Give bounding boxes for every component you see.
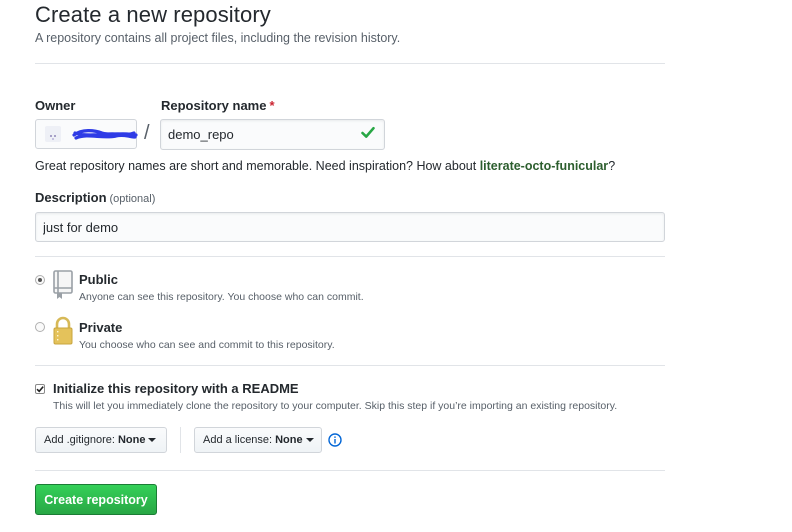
vertical-divider — [180, 427, 181, 453]
public-option-title: Public — [79, 272, 119, 287]
info-icon[interactable] — [328, 433, 342, 447]
divider — [35, 365, 665, 366]
gitignore-label: Add .gitignore: — [44, 434, 115, 446]
public-radio[interactable] — [35, 275, 45, 285]
check-icon — [361, 126, 375, 138]
description-input[interactable] — [35, 212, 665, 242]
license-label: Add a license: — [203, 434, 273, 446]
private-option-desc: You choose who can see and commit to thi… — [79, 339, 335, 351]
checkmark-icon — [36, 386, 44, 393]
required-mark: * — [269, 98, 275, 113]
name-hint: Great repository names are short and mem… — [35, 159, 615, 173]
readme-checkbox[interactable] — [35, 384, 45, 394]
divider — [35, 470, 665, 471]
repo-name-label-text: Repository name — [161, 98, 267, 113]
avatar-icon — [50, 135, 56, 140]
description-label-text: Description — [35, 190, 107, 205]
page-title: Create a new repository — [35, 2, 271, 27]
owner-label: Owner — [35, 98, 76, 113]
name-suggestion-link[interactable]: literate-octo-funicular — [480, 159, 609, 173]
public-option-desc: Anyone can see this repository. You choo… — [79, 291, 364, 303]
divider — [35, 63, 665, 64]
owner-repo-separator: / — [144, 122, 150, 144]
repo-name-input[interactable] — [160, 119, 385, 150]
page-subtitle: A repository contains all project files,… — [35, 31, 401, 45]
private-option-title: Private — [79, 320, 123, 335]
name-hint-text: Great repository names are short and mem… — [35, 159, 477, 173]
owner-avatar — [45, 126, 61, 142]
repo-book-icon — [53, 270, 73, 299]
license-value: None — [275, 434, 303, 446]
lock-icon — [53, 316, 73, 345]
private-radio[interactable] — [35, 322, 45, 332]
chevron-down-icon — [305, 438, 314, 442]
chevron-down-icon — [148, 438, 157, 442]
readme-option-desc: This will let you immediately clone the … — [53, 400, 618, 412]
repo-name-label: Repository name * — [161, 98, 275, 113]
divider — [35, 256, 665, 257]
create-repository-button[interactable]: Create repository — [35, 484, 157, 515]
gitignore-value: None — [117, 434, 146, 446]
optional-tag: (optional) — [109, 193, 156, 205]
license-dropdown[interactable]: Add a license: None — [194, 427, 322, 453]
gitignore-dropdown[interactable]: Add .gitignore: None — [35, 427, 167, 453]
redacted-owner-scribble — [72, 129, 138, 140]
description-label: Description (optional) — [35, 190, 155, 205]
owner-select[interactable] — [35, 119, 138, 149]
name-hint-suffix: ? — [608, 159, 616, 173]
readme-option-title: Initialize this repository with a README — [53, 381, 299, 396]
